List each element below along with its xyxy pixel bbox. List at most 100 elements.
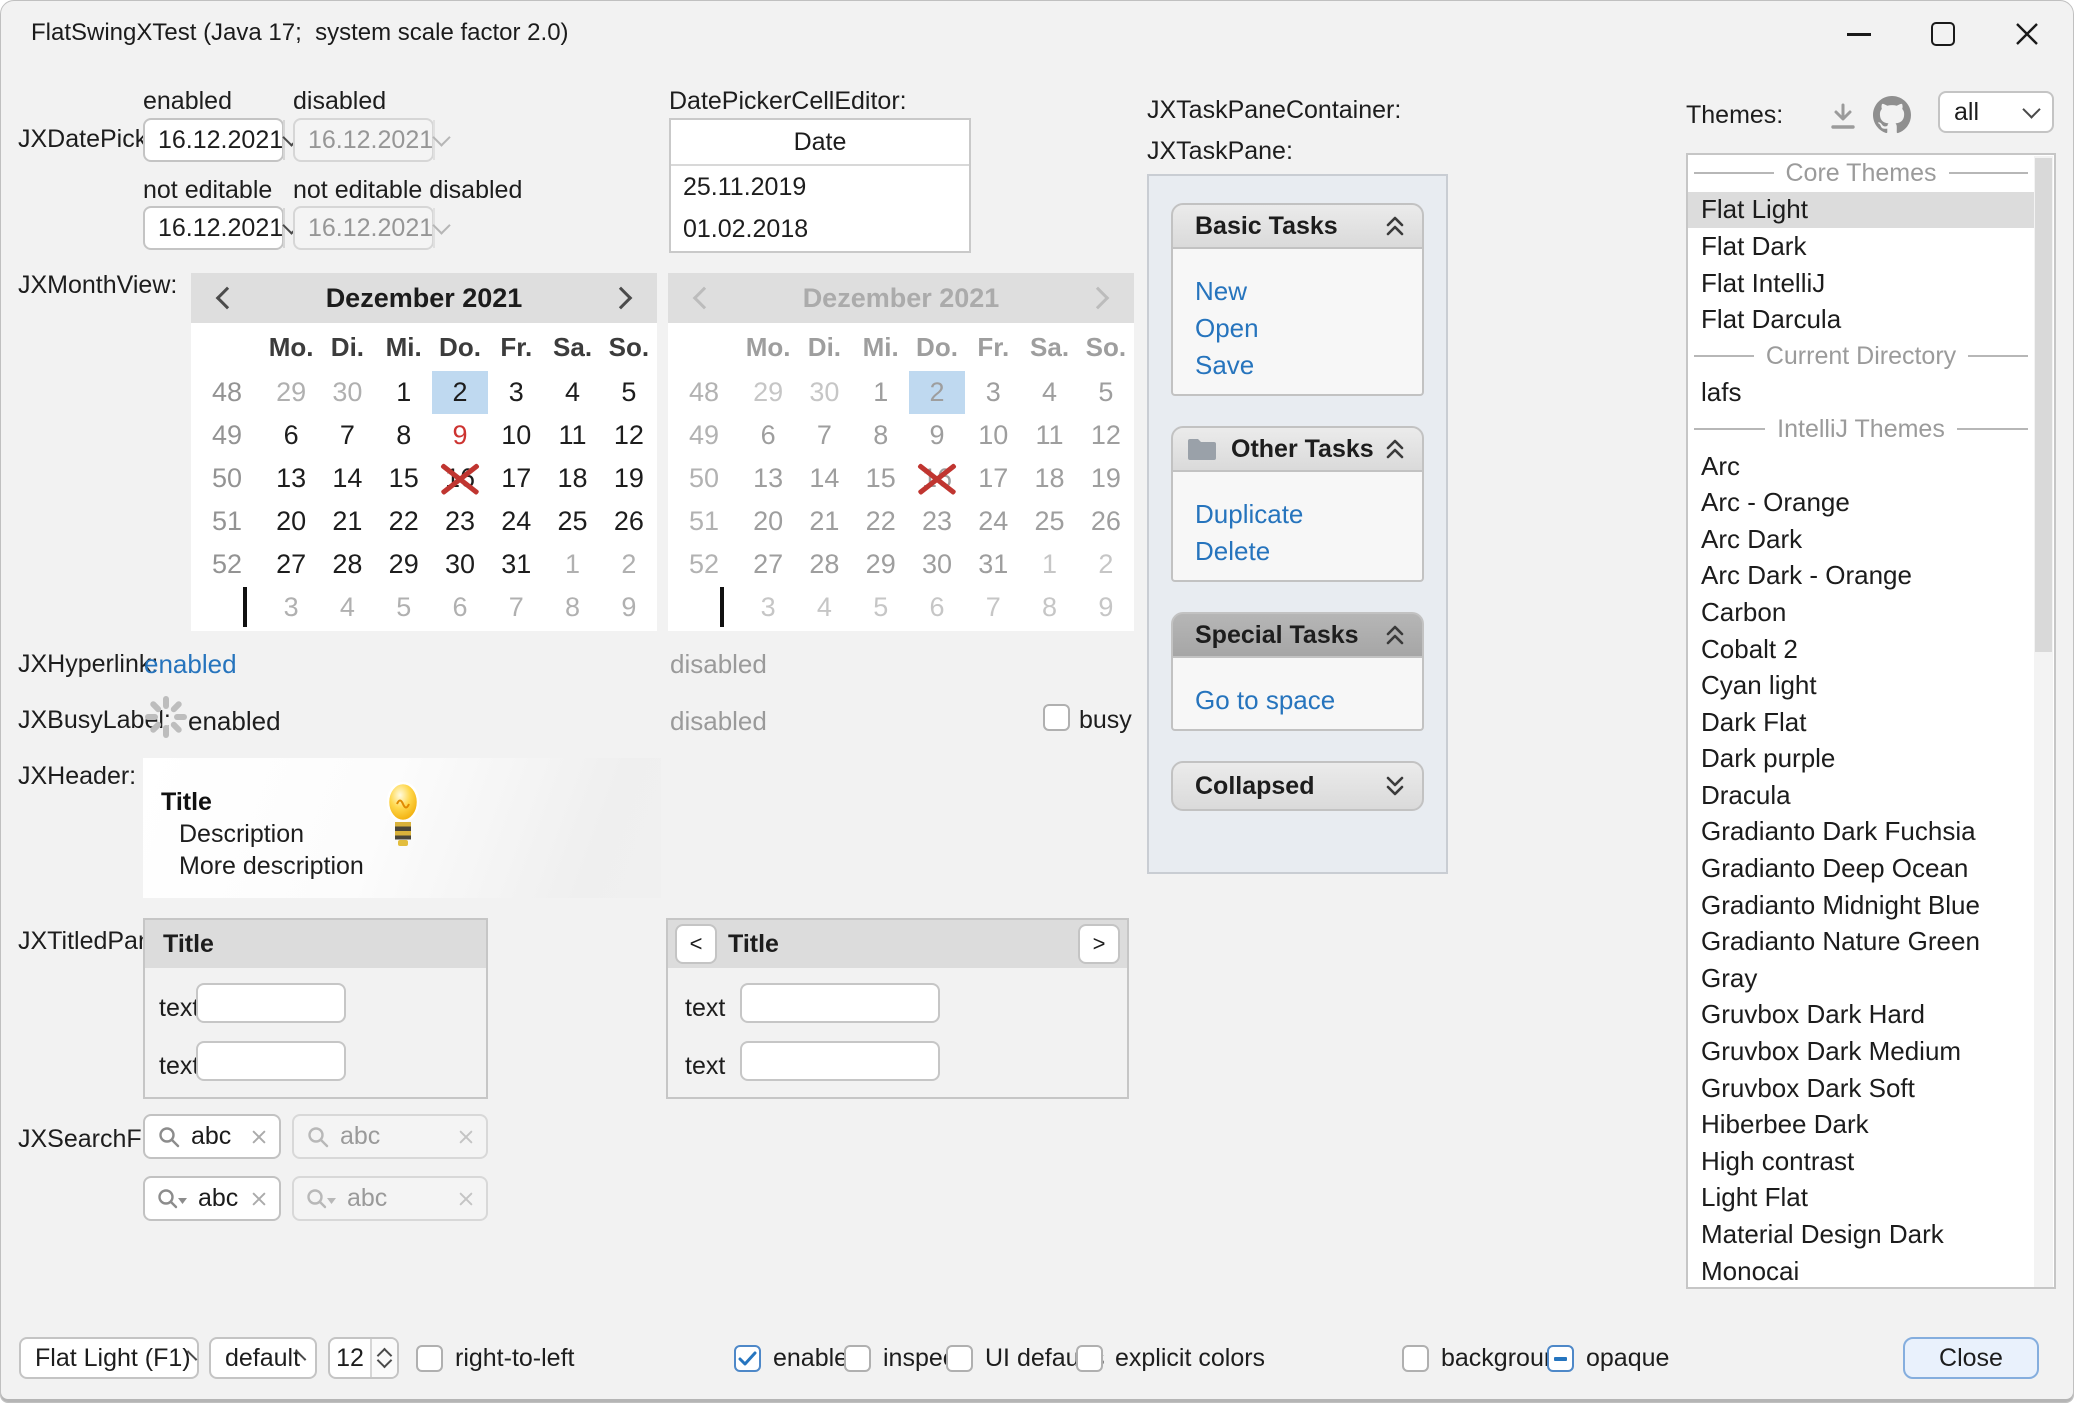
theme-item[interactable]: Material Design Dark xyxy=(1688,1216,2034,1253)
font-size-spinner[interactable]: 12 xyxy=(328,1337,399,1379)
calendar-day[interactable]: 4 xyxy=(544,371,600,414)
calendar-day[interactable]: 1 xyxy=(544,543,600,586)
theme-item[interactable]: High contrast xyxy=(1688,1143,2034,1180)
theme-item[interactable]: Gradianto Deep Ocean xyxy=(1688,850,2034,887)
calendar-day[interactable]: 12 xyxy=(601,414,657,457)
text-field[interactable] xyxy=(740,1041,940,1081)
search-value[interactable]: abc xyxy=(198,1184,251,1213)
theme-item[interactable]: Gruvbox Dark Hard xyxy=(1688,997,2034,1034)
checkbox-opaque[interactable]: opaque xyxy=(1547,1344,1669,1373)
titledpanel-right-button[interactable]: > xyxy=(1078,924,1120,964)
theme-item[interactable]: Cyan light xyxy=(1688,667,2034,704)
themes-filter-combobox[interactable]: all xyxy=(1938,91,2054,133)
task-link[interactable]: Open xyxy=(1195,310,1422,347)
datepicker-not-editable[interactable]: 16.12.2021 xyxy=(143,206,284,250)
task-link[interactable]: Save xyxy=(1195,347,1422,384)
theme-item[interactable]: Hiberbee Dark xyxy=(1688,1106,2034,1143)
calendar-day[interactable]: 7 xyxy=(319,414,375,457)
checkbox-enabled[interactable]: enabled xyxy=(734,1344,862,1373)
theme-item[interactable]: Gruvbox Dark Medium xyxy=(1688,1033,2034,1070)
calendar-day[interactable]: 8 xyxy=(376,414,432,457)
calendar-day[interactable]: 9 xyxy=(601,586,657,629)
searchfield-enabled[interactable]: abc xyxy=(143,1114,281,1159)
task-link[interactable]: Go to space xyxy=(1195,682,1422,719)
theme-item[interactable]: Gradianto Dark Fuchsia xyxy=(1688,814,2034,851)
text-field[interactable] xyxy=(740,983,940,1023)
task-link[interactable]: New xyxy=(1195,273,1422,310)
calendar-day[interactable]: 27 xyxy=(263,543,319,586)
spinner-buttons[interactable] xyxy=(370,1339,397,1377)
calendar-day[interactable]: 23 xyxy=(432,500,488,543)
calendar-day[interactable]: 10 xyxy=(488,414,544,457)
laf-combobox[interactable]: Flat Light (F1) xyxy=(19,1337,199,1379)
theme-item[interactable]: Gradianto Midnight Blue xyxy=(1688,887,2034,924)
download-themes-button[interactable] xyxy=(1823,97,1863,137)
font-combobox[interactable]: default xyxy=(209,1337,317,1379)
theme-item[interactable]: Arc xyxy=(1688,448,2034,485)
calendar-day[interactable]: 30 xyxy=(432,543,488,586)
calendar-day[interactable]: 24 xyxy=(488,500,544,543)
titledpanel-left-button[interactable]: < xyxy=(675,924,717,964)
checkbox-inspect[interactable]: inspect xyxy=(844,1344,962,1373)
calendar-day[interactable]: 13 xyxy=(263,457,319,500)
calendar-day[interactable]: 16 xyxy=(432,457,488,500)
busy-checkbox-label[interactable]: busy xyxy=(1079,706,1132,735)
expand-icon[interactable] xyxy=(1382,773,1408,799)
datepicker-enabled[interactable]: 16.12.2021 xyxy=(143,118,284,162)
calendar-day[interactable]: 9 xyxy=(432,414,488,457)
calendar-day[interactable]: 26 xyxy=(601,500,657,543)
calendar-day[interactable]: 22 xyxy=(376,500,432,543)
calendar-day[interactable]: 14 xyxy=(319,457,375,500)
calendar-day[interactable]: 1 xyxy=(376,371,432,414)
calendar-day[interactable]: 29 xyxy=(263,371,319,414)
spinner-value[interactable]: 12 xyxy=(330,1339,370,1377)
table-row[interactable]: 01.02.2018 xyxy=(671,208,969,250)
collapse-icon[interactable] xyxy=(1382,213,1408,239)
calendar-day[interactable]: 11 xyxy=(544,414,600,457)
busy-checkbox[interactable] xyxy=(1043,704,1070,731)
theme-item[interactable]: lafs xyxy=(1688,375,2034,412)
checkbox-label[interactable]: opaque xyxy=(1586,1344,1669,1373)
table-column-header[interactable]: Date xyxy=(671,120,969,166)
theme-item[interactable]: Gradianto Nature Green xyxy=(1688,923,2034,960)
prev-month-button[interactable] xyxy=(209,290,239,306)
task-link[interactable]: Delete xyxy=(1195,533,1422,570)
calendar-day[interactable]: 2 xyxy=(432,371,488,414)
taskpane-header[interactable]: Basic Tasks xyxy=(1171,203,1424,249)
theme-item[interactable]: Dracula xyxy=(1688,777,2034,814)
searchfield-dropdown-enabled[interactable]: abc xyxy=(143,1176,281,1221)
scrollbar-thumb[interactable] xyxy=(2035,158,2052,652)
theme-item[interactable]: Arc Dark xyxy=(1688,521,2034,558)
theme-item[interactable]: Light Flat xyxy=(1688,1180,2034,1217)
calendar-day[interactable]: 30 xyxy=(319,371,375,414)
checkbox-explicit-colors[interactable]: explicit colors xyxy=(1076,1344,1265,1373)
theme-item[interactable]: Flat Dark xyxy=(1688,228,2034,265)
datepicker-value[interactable]: 16.12.2021 xyxy=(145,126,283,155)
calendar-day[interactable]: 5 xyxy=(376,586,432,629)
calendar-day[interactable]: 6 xyxy=(432,586,488,629)
taskpane-header[interactable]: Other Tasks xyxy=(1171,426,1424,472)
theme-item[interactable]: Dark purple xyxy=(1688,741,2034,778)
next-month-button[interactable] xyxy=(609,290,639,306)
theme-item[interactable]: Arc Dark - Orange xyxy=(1688,558,2034,595)
checkbox-label[interactable]: right-to-left xyxy=(455,1344,574,1373)
checkbox-label[interactable]: explicit colors xyxy=(1115,1344,1265,1373)
calendar-day[interactable]: 8 xyxy=(544,586,600,629)
theme-item[interactable]: Carbon xyxy=(1688,594,2034,631)
calendar-day[interactable]: 15 xyxy=(376,457,432,500)
close-button[interactable]: Close xyxy=(1903,1337,2039,1379)
clear-icon[interactable] xyxy=(251,1129,267,1145)
theme-item[interactable]: Cobalt 2 xyxy=(1688,631,2034,668)
calendar-day[interactable]: 3 xyxy=(488,371,544,414)
theme-item[interactable]: Flat IntelliJ xyxy=(1688,265,2034,302)
collapse-icon[interactable] xyxy=(1382,622,1408,648)
calendar-day[interactable]: 19 xyxy=(601,457,657,500)
text-field[interactable] xyxy=(196,1041,346,1081)
theme-item[interactable]: Monocai xyxy=(1688,1253,2034,1289)
calendar-day[interactable]: 4 xyxy=(319,586,375,629)
calendar-day[interactable]: 31 xyxy=(488,543,544,586)
theme-item[interactable]: Gray xyxy=(1688,960,2034,997)
hyperlink-enabled[interactable]: enabled xyxy=(144,649,237,680)
minimize-button[interactable] xyxy=(1829,12,1889,56)
github-button[interactable] xyxy=(1871,94,1913,136)
